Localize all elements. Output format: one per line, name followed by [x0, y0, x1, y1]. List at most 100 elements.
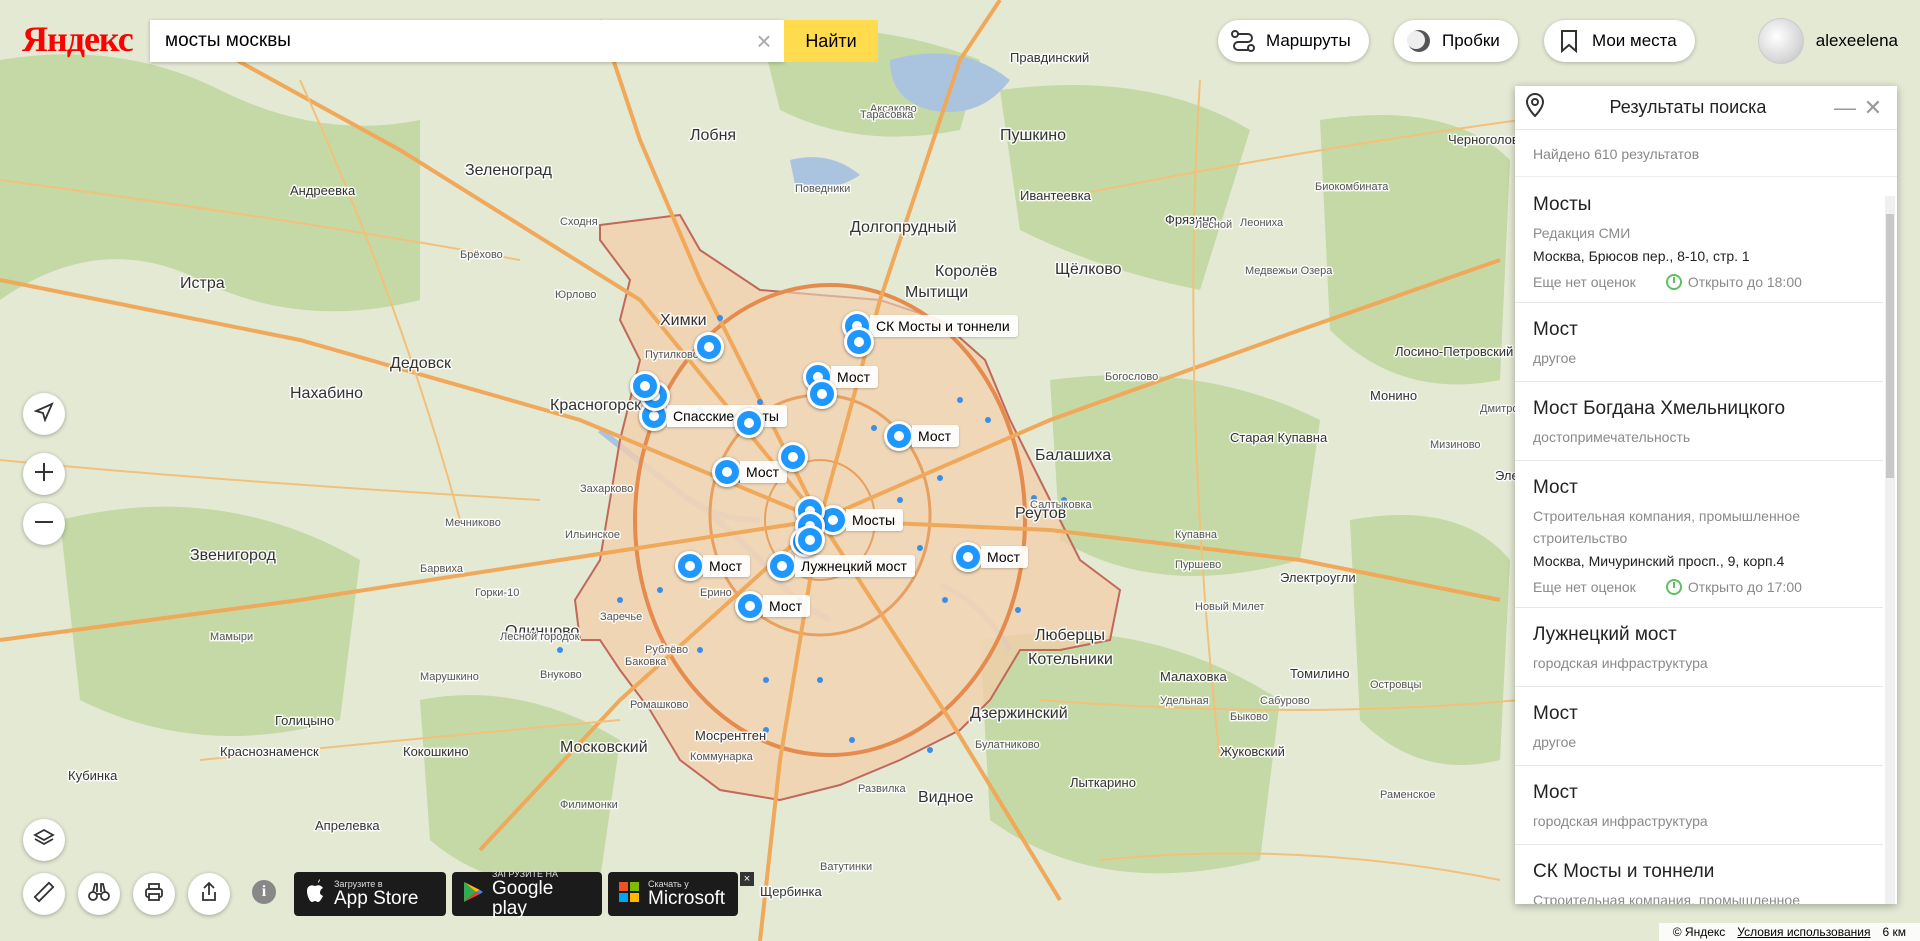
result-item[interactable]: Мост Строительная компания, промышленное … — [1515, 461, 1883, 608]
map-place-label: Малаховка — [1160, 669, 1227, 684]
appstore-badge[interactable]: Загрузите в App Store — [294, 872, 446, 916]
map-place-label: Поведники — [795, 183, 850, 195]
marker-pin-icon — [712, 457, 742, 487]
share-button[interactable] — [188, 873, 230, 915]
map-place-label: Зеленоград — [465, 162, 553, 179]
map-place-label: Дзержинский — [970, 705, 1068, 722]
map-place-label: Мытищи — [905, 284, 968, 301]
my-places-button[interactable]: Мои места — [1544, 20, 1695, 62]
clear-search-icon[interactable]: × — [744, 26, 784, 57]
map-place-label: Рублёво — [645, 644, 688, 656]
map-place-label: Ромашково — [630, 699, 688, 711]
zoom-in-button[interactable] — [23, 453, 65, 495]
result-item[interactable]: Мост Богдана Хмельницкого достопримечател… — [1515, 382, 1883, 461]
close-badges-icon[interactable]: × — [740, 872, 754, 886]
map-place-label: Голицыно — [275, 713, 334, 728]
marker-pin-icon[interactable] — [630, 371, 660, 401]
map-place-label: Щербинка — [760, 884, 823, 899]
result-item[interactable]: Лужнецкий мост городская инфраструктура — [1515, 608, 1883, 687]
map-marker[interactable]: Мост — [884, 421, 960, 451]
microsoft-badge[interactable]: Скачать у Microsoft — [608, 872, 738, 916]
result-name: Мосты — [1533, 194, 1592, 215]
map-place-label: Старая Купавна — [1230, 430, 1328, 445]
result-category: Строительная компания, промышленное стро… — [1533, 508, 1800, 546]
result-item[interactable]: Мосты Редакция СМИ Москва, Брюсов пер., 8-… — [1515, 178, 1883, 303]
map-place-label: Внуково — [540, 669, 582, 681]
result-category: другое — [1533, 350, 1577, 366]
marker-pin-icon[interactable] — [795, 525, 825, 555]
result-name: СК Мосты и тоннели — [1533, 861, 1715, 882]
panorama-button[interactable] — [78, 873, 120, 915]
result-name: Мост — [1533, 703, 1578, 724]
map-marker[interactable]: Мосты — [818, 505, 904, 535]
map-marker[interactable]: Мост — [735, 591, 811, 621]
print-button[interactable] — [133, 873, 175, 915]
googleplay-badge[interactable]: ЗАГРУЗИТЕ НА Google play — [452, 869, 602, 919]
map-place-label: Юрлово — [555, 289, 596, 301]
map-marker[interactable]: Лужнецкий мост — [767, 551, 915, 581]
ruler-icon — [33, 881, 55, 908]
zoom-out-button[interactable] — [23, 503, 65, 545]
location-pin-icon — [1525, 92, 1545, 123]
yandex-logo[interactable]: Яндекс — [22, 18, 134, 60]
map-marker[interactable]: Мост — [712, 457, 788, 487]
marker-pin-icon[interactable] — [807, 379, 837, 409]
map-place-label: Правдинский — [1010, 50, 1089, 65]
map-marker[interactable]: Мост — [953, 542, 1029, 572]
map-place-label: Заречье — [600, 611, 642, 623]
map-place-label: Красногорск — [550, 397, 642, 414]
map-place-label: Королёв — [935, 263, 997, 280]
marker-pin-icon — [767, 551, 797, 581]
route-icon — [1230, 28, 1256, 54]
result-rating[interactable]: Еще нет оценок — [1533, 579, 1636, 595]
clock-icon — [1665, 579, 1682, 595]
result-address: Москва, Брюсов пер., 8-10, стр. 1 — [1533, 248, 1750, 264]
map-place-label: Мизиново — [1430, 439, 1481, 451]
marker-pin-icon[interactable] — [844, 327, 874, 357]
result-item[interactable]: Мост другое — [1515, 687, 1883, 766]
close-icon[interactable]: ✕ — [1859, 95, 1887, 121]
username: alexeelena — [1815, 31, 1898, 50]
traffic-icon — [1406, 28, 1432, 54]
map-marker[interactable]: Мост — [675, 551, 751, 581]
marker-label: Лужнецкий мост — [795, 555, 915, 577]
map-place-label: Салтыковка — [1030, 499, 1092, 511]
traffic-button[interactable]: Пробки — [1394, 20, 1518, 62]
result-item[interactable]: Мост городская инфраструктура — [1515, 766, 1883, 845]
result-item[interactable]: СК Мосты и тоннели Строительная компания,… — [1515, 845, 1883, 904]
panel-title: Результаты поиска — [1609, 97, 1767, 117]
binoculars-icon — [87, 881, 111, 908]
geolocation-button[interactable] — [23, 393, 65, 435]
map-place-label: Тарасовка — [860, 109, 914, 121]
search-button[interactable]: Найти — [784, 20, 878, 62]
map-place-label: Развилка — [858, 783, 906, 795]
search-input[interactable] — [150, 30, 744, 52]
map-place-label: Апрелевка — [315, 818, 380, 833]
marker-pin-icon — [953, 542, 983, 572]
result-item[interactable]: Мост другое — [1515, 303, 1883, 382]
terms-link[interactable]: Условия использования — [1737, 925, 1870, 939]
result-category: другое — [1533, 734, 1577, 750]
marker-pin-icon[interactable] — [694, 332, 724, 362]
result-category: Редакция СМИ — [1533, 225, 1631, 241]
map-place-label: Мамыри — [210, 631, 253, 643]
marker-pin-icon[interactable] — [778, 442, 808, 472]
layers-button[interactable] — [23, 819, 65, 861]
scrollbar[interactable] — [1885, 196, 1895, 904]
minimize-icon[interactable]: — — [1831, 95, 1859, 121]
map-place-label: Биокомбината — [1315, 181, 1389, 193]
map-place-label: Лесной — [1195, 219, 1232, 231]
map-place-label: Котельники — [1028, 651, 1113, 668]
user-menu[interactable]: alexeelena — [1757, 18, 1898, 64]
scroll-thumb[interactable] — [1886, 214, 1894, 478]
map-place-label: Брёхово — [460, 249, 503, 261]
info-icon[interactable]: i — [252, 880, 276, 904]
result-category: городская инфраструктура — [1533, 813, 1708, 829]
results-list[interactable]: Мосты Редакция СМИ Москва, Брюсов пер., 8-… — [1515, 178, 1883, 904]
share-icon — [198, 881, 220, 908]
marker-pin-icon[interactable] — [734, 408, 764, 438]
map-place-label: Андреевка — [290, 183, 356, 198]
result-rating[interactable]: Еще нет оценок — [1533, 274, 1636, 290]
routes-button[interactable]: Маршруты — [1218, 20, 1369, 62]
ruler-button[interactable] — [23, 873, 65, 915]
